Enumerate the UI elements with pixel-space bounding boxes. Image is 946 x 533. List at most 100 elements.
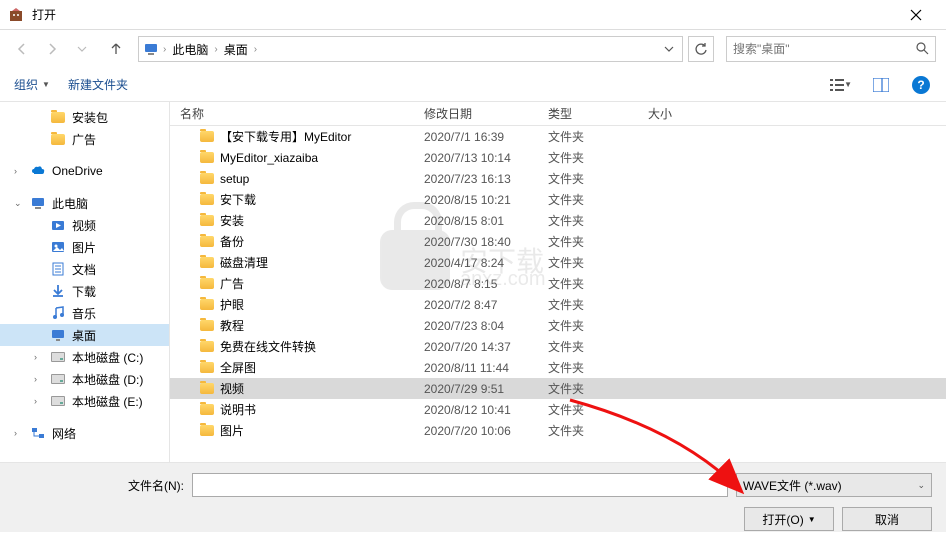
file-row[interactable]: 说明书2020/8/12 10:41文件夹 [170, 399, 946, 420]
arrow-right-icon [44, 41, 60, 57]
file-area: 名称 修改日期 类型 大小 【安下载专用】MyEditor2020/7/1 16… [170, 102, 946, 462]
file-date: 2020/7/29 9:51 [424, 382, 548, 396]
file-type-filter[interactable]: WAVE文件 (*.wav) ⌄ [736, 473, 932, 497]
app-icon [8, 7, 24, 23]
search-input[interactable] [733, 42, 915, 56]
breadcrumb-item[interactable]: 桌面 [222, 41, 250, 58]
filename-label: 文件名(N): [14, 477, 184, 494]
toolbar: 组织 ▼ 新建文件夹 ▼ ? [0, 68, 946, 102]
tree-item-音乐[interactable]: 音乐 [0, 302, 169, 324]
tree-item-桌面[interactable]: 桌面 [0, 324, 169, 346]
file-name: MyEditor_xiazaiba [220, 151, 318, 165]
search-icon [915, 41, 929, 58]
arrow-up-icon [108, 41, 124, 57]
file-date: 2020/7/2 8:47 [424, 298, 548, 312]
tree-item-本地磁盘 (C:)[interactable]: ›本地磁盘 (C:) [0, 346, 169, 368]
file-name: 安下载 [220, 191, 256, 208]
preview-pane-icon [873, 78, 889, 92]
download-icon [50, 283, 66, 299]
desktop-icon [50, 327, 66, 343]
file-row[interactable]: 护眼2020/7/2 8:47文件夹 [170, 294, 946, 315]
close-button[interactable] [894, 1, 938, 29]
file-row[interactable]: MyEditor_xiazaiba2020/7/13 10:14文件夹 [170, 147, 946, 168]
file-type: 文件夹 [548, 212, 648, 229]
tree-item-此电脑[interactable]: ⌄此电脑 [0, 192, 169, 214]
tree-item-广告[interactable]: 广告 [0, 128, 169, 150]
pc-icon [143, 41, 159, 57]
folder-icon [200, 173, 214, 184]
file-name: setup [220, 172, 249, 186]
up-button[interactable] [104, 37, 128, 61]
close-icon [910, 9, 922, 21]
tree-item-图片[interactable]: 图片 [0, 236, 169, 258]
music-icon [50, 305, 66, 321]
tree-item-网络[interactable]: ›网络 [0, 422, 169, 444]
col-type[interactable]: 类型 [548, 105, 648, 122]
tree-item-本地磁盘 (E:)[interactable]: ›本地磁盘 (E:) [0, 390, 169, 412]
file-row[interactable]: 磁盘清理2020/4/17 8:24文件夹 [170, 252, 946, 273]
tree-item-label: 本地磁盘 (C:) [72, 349, 143, 366]
folder-icon [200, 215, 214, 226]
cancel-button[interactable]: 取消 [842, 507, 932, 531]
tree-item-label: 广告 [72, 131, 96, 148]
file-row[interactable]: 免费在线文件转换2020/7/20 14:37文件夹 [170, 336, 946, 357]
breadcrumb-item[interactable]: 此电脑 [170, 41, 210, 58]
col-date[interactable]: 修改日期 [424, 105, 548, 122]
filename-input[interactable] [192, 473, 728, 497]
tree-item-OneDrive[interactable]: ›OneDrive [0, 160, 169, 182]
file-type: 文件夹 [548, 170, 648, 187]
main-area: 安装包广告 ›OneDrive ⌄此电脑视频图片文档下载音乐桌面›本地磁盘 (C:)… [0, 102, 946, 462]
file-name: 备份 [220, 233, 244, 250]
breadcrumb-separator: › [163, 44, 166, 55]
search-box[interactable] [726, 36, 936, 62]
new-folder-button[interactable]: 新建文件夹 [68, 76, 128, 93]
help-button[interactable]: ? [910, 74, 932, 96]
tree-item-本地磁盘 (D:)[interactable]: ›本地磁盘 (D:) [0, 368, 169, 390]
file-row[interactable]: 图片2020/7/20 10:06文件夹 [170, 420, 946, 441]
col-size[interactable]: 大小 [648, 105, 728, 122]
file-date: 2020/7/20 10:06 [424, 424, 548, 438]
file-row[interactable]: 安装2020/8/15 8:01文件夹 [170, 210, 946, 231]
folder-icon [200, 299, 214, 310]
file-row[interactable]: 视频2020/7/29 9:51文件夹 [170, 378, 946, 399]
tree-item-label: 网络 [52, 425, 76, 442]
titlebar: 打开 [0, 0, 946, 30]
file-type: 文件夹 [548, 317, 648, 334]
recent-dropdown[interactable] [70, 37, 94, 61]
file-type: 文件夹 [548, 401, 648, 418]
file-row[interactable]: 【安下载专用】MyEditor2020/7/1 16:39文件夹 [170, 126, 946, 147]
tree-item-label: 本地磁盘 (E:) [72, 393, 143, 410]
chevron-down-icon [664, 44, 674, 54]
open-button[interactable]: 打开(O)▼ [744, 507, 834, 531]
file-row[interactable]: 全屏图2020/8/11 11:44文件夹 [170, 357, 946, 378]
tree-item-安装包[interactable]: 安装包 [0, 106, 169, 128]
forward-button[interactable] [40, 37, 64, 61]
file-row[interactable]: 广告2020/8/7 8:15文件夹 [170, 273, 946, 294]
folder-icon [200, 236, 214, 247]
file-name: 磁盘清理 [220, 254, 268, 271]
tree-item-文档[interactable]: 文档 [0, 258, 169, 280]
back-button[interactable] [10, 37, 34, 61]
tree-item-下载[interactable]: 下载 [0, 280, 169, 302]
file-row[interactable]: 备份2020/7/30 18:40文件夹 [170, 231, 946, 252]
file-row[interactable]: 教程2020/7/23 8:04文件夹 [170, 315, 946, 336]
col-name[interactable]: 名称 [170, 105, 424, 122]
file-type: 文件夹 [548, 128, 648, 145]
file-name: 教程 [220, 317, 244, 334]
file-row[interactable]: setup2020/7/23 16:13文件夹 [170, 168, 946, 189]
drive-icon [50, 349, 66, 365]
folder-icon [200, 320, 214, 331]
view-button[interactable]: ▼ [830, 74, 852, 96]
address-dropdown[interactable] [660, 37, 678, 61]
file-date: 2020/7/1 16:39 [424, 130, 548, 144]
file-date: 2020/8/11 11:44 [424, 361, 548, 375]
organize-button[interactable]: 组织 ▼ [14, 76, 50, 93]
preview-button[interactable] [870, 74, 892, 96]
folder-icon [200, 257, 214, 268]
file-row[interactable]: 安下载2020/8/15 10:21文件夹 [170, 189, 946, 210]
refresh-button[interactable] [688, 36, 714, 62]
file-date: 2020/4/17 8:24 [424, 256, 548, 270]
address-bar[interactable]: › 此电脑 › 桌面 › [138, 36, 683, 62]
onedrive-icon [30, 163, 46, 179]
tree-item-视频[interactable]: 视频 [0, 214, 169, 236]
